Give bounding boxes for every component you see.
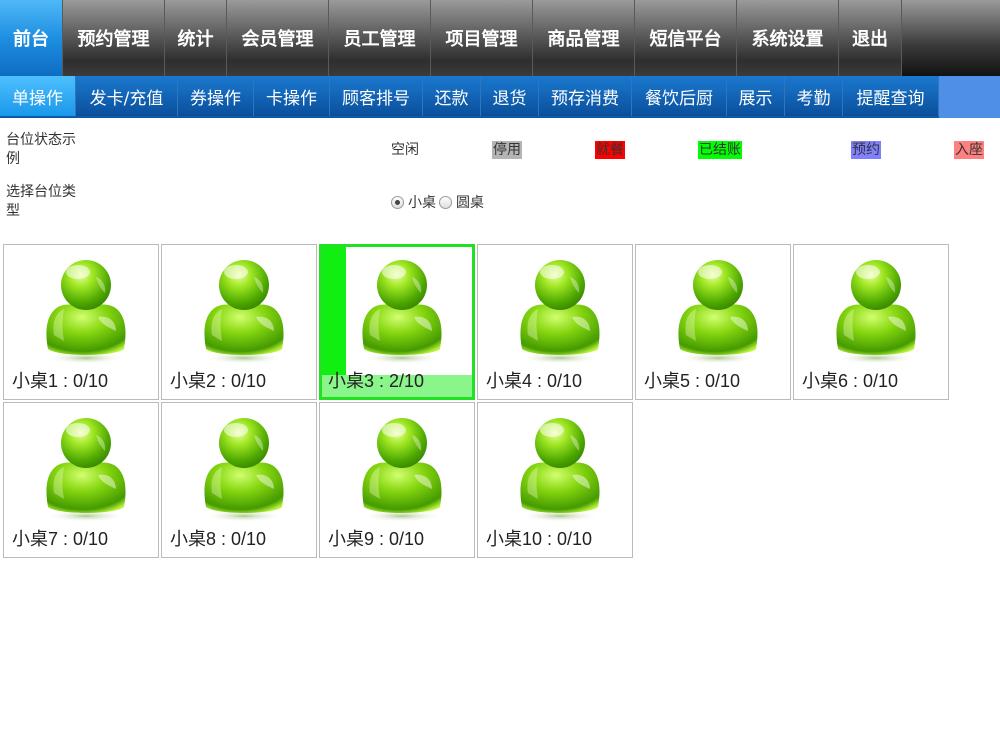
table-label: 小桌10 : 0/10 [486, 529, 593, 549]
legend-reserved: 预约 [851, 141, 881, 159]
table-label: 小桌7 : 0/10 [12, 529, 109, 549]
sub-nav-prepaid[interactable]: 预存消费 [539, 76, 632, 116]
top-nav: 前台 预约管理 统计 会员管理 员工管理 项目管理 商品管理 短信平台 系统设置… [0, 0, 1000, 76]
sub-nav-kitchen[interactable]: 餐饮后厨 [632, 76, 727, 116]
radio-round-table[interactable] [439, 195, 452, 209]
sub-nav-card-recharge[interactable]: 发卡/充值 [76, 76, 178, 116]
table-tile[interactable]: 小桌7 : 0/10 [3, 402, 159, 558]
sub-nav-attendance[interactable]: 考勤 [785, 76, 843, 116]
top-nav-products[interactable]: 商品管理 [533, 0, 635, 76]
top-nav-filler [902, 0, 1000, 76]
sub-nav-filler [939, 76, 1000, 118]
table-label: 小桌9 : 0/10 [328, 529, 425, 549]
table-label: 小桌2 : 0/10 [170, 371, 267, 391]
user-avatar-icon [200, 257, 288, 365]
top-nav-sms[interactable]: 短信平台 [635, 0, 737, 76]
table-tile[interactable]: 小桌2 : 0/10 [161, 244, 317, 400]
table-tile[interactable]: 小桌10 : 0/10 [477, 402, 633, 558]
table-label: 小桌4 : 0/10 [486, 371, 583, 391]
user-avatar-icon [516, 257, 604, 365]
radio-small-table-label[interactable]: 小桌 [408, 192, 436, 212]
sub-nav-queue[interactable]: 顾客排号 [330, 76, 423, 116]
radio-small-table[interactable] [391, 195, 404, 209]
legend-dining: 就餐 [595, 141, 625, 159]
table-tile[interactable]: 小桌9 : 0/10 [319, 402, 475, 558]
table-tile[interactable]: 小桌8 : 0/10 [161, 402, 317, 558]
user-avatar-icon [674, 257, 762, 365]
type-section-label: 选择台位类型 [6, 184, 76, 219]
top-nav-statistics[interactable]: 统计 [165, 0, 227, 76]
user-avatar-icon [42, 257, 130, 365]
sub-nav-repayment[interactable]: 还款 [423, 76, 481, 116]
sub-nav-reminders[interactable]: 提醒查询 [843, 76, 939, 116]
top-nav-appointments[interactable]: 预约管理 [63, 0, 165, 76]
table-label: 小桌1 : 0/10 [12, 371, 109, 391]
top-nav-logout[interactable]: 退出 [839, 0, 902, 76]
user-avatar-icon [832, 257, 920, 365]
legend-idle: 空闲 [390, 141, 420, 159]
table-label: 小桌6 : 0/10 [802, 371, 899, 391]
user-avatar-icon [358, 415, 446, 523]
top-nav-staff[interactable]: 员工管理 [329, 0, 431, 76]
table-type-radio-group: 小桌 圆桌 [391, 192, 487, 212]
legend-paid: 已结账 [698, 141, 742, 159]
sub-nav: 单操作 发卡/充值 券操作 卡操作 顾客排号 还款 退货 预存消费 餐饮后厨 展… [0, 76, 1000, 118]
table-label: 小桌8 : 0/10 [170, 529, 267, 549]
user-avatar-icon [358, 257, 446, 365]
top-nav-members[interactable]: 会员管理 [227, 0, 329, 76]
sub-nav-return[interactable]: 退货 [481, 76, 539, 116]
user-avatar-icon [42, 415, 130, 523]
user-avatar-icon [200, 415, 288, 523]
top-nav-settings[interactable]: 系统设置 [737, 0, 839, 76]
table-tile-occupied[interactable]: 小桌3 : 2/10 [319, 244, 475, 400]
sub-nav-display[interactable]: 展示 [727, 76, 785, 116]
table-tile[interactable]: 小桌6 : 0/10 [793, 244, 949, 400]
table-tile[interactable]: 小桌5 : 0/10 [635, 244, 791, 400]
table-tile[interactable]: 小桌1 : 0/10 [3, 244, 159, 400]
radio-round-table-label[interactable]: 圆桌 [456, 192, 484, 212]
top-nav-frontdesk[interactable]: 前台 [0, 0, 63, 76]
legend-disabled: 停用 [492, 141, 522, 159]
table-tile[interactable]: 小桌4 : 0/10 [477, 244, 633, 400]
sub-nav-card-op[interactable]: 卡操作 [254, 76, 330, 116]
sub-nav-coupon-op[interactable]: 券操作 [178, 76, 254, 116]
table-label: 小桌3 : 2/10 [328, 371, 425, 391]
table-label: 小桌5 : 0/10 [644, 371, 741, 391]
top-nav-projects[interactable]: 项目管理 [431, 0, 533, 76]
legend-seated: 入座 [954, 141, 984, 159]
user-avatar-icon [516, 415, 604, 523]
status-section-label: 台位状态示例 [6, 132, 76, 167]
sub-nav-single-op[interactable]: 单操作 [0, 76, 76, 116]
